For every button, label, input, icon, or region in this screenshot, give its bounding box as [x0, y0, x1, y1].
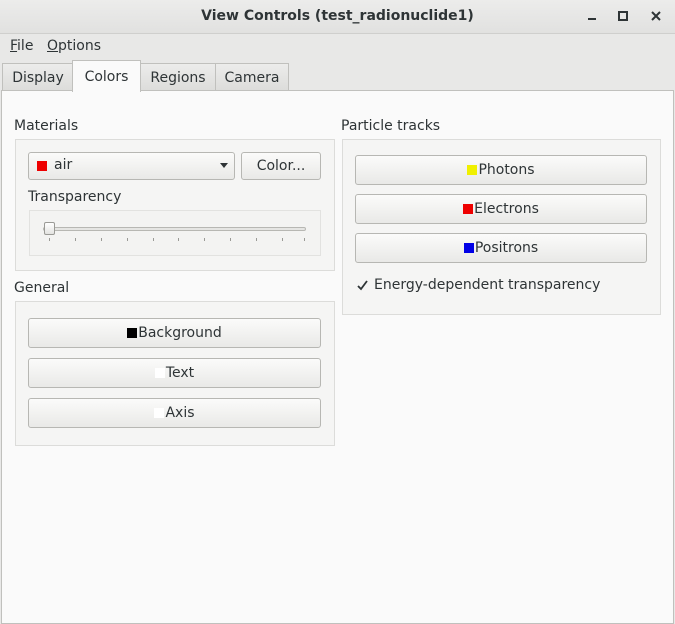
electrons-color-button[interactable]: Electrons — [355, 194, 647, 224]
general-label: General — [14, 280, 70, 296]
axis-color-swatch — [154, 408, 165, 418]
menu-file[interactable]: File — [10, 38, 33, 54]
tab-display[interactable]: Display — [2, 63, 74, 91]
slider-tick — [178, 238, 179, 241]
tab-bar: Display Colors Regions Camera — [0, 60, 675, 92]
close-button[interactable] — [647, 7, 665, 25]
transparency-label: Transparency — [28, 189, 122, 205]
background-button-label: Background — [138, 325, 222, 341]
background-color-swatch — [127, 328, 138, 338]
slider-tick — [304, 238, 305, 241]
checkmark-icon — [357, 280, 368, 291]
menu-options-mnemonic: O — [47, 38, 59, 54]
tab-colors[interactable]: Colors — [72, 60, 141, 92]
menu-options[interactable]: Options — [47, 38, 101, 54]
tab-camera[interactable]: Camera — [215, 63, 289, 91]
material-combo-value: air — [54, 157, 73, 173]
axis-color-button[interactable]: Axis — [28, 398, 321, 428]
text-color-button[interactable]: Text — [28, 358, 321, 388]
transparency-slider-frame — [29, 210, 321, 256]
tab-regions[interactable]: Regions — [139, 63, 217, 91]
slider-tick — [256, 238, 257, 241]
maximize-button[interactable] — [614, 7, 632, 25]
photons-color-swatch — [467, 165, 478, 175]
positrons-button-label: Positrons — [474, 240, 539, 256]
energy-transparency-checkbox[interactable] — [356, 279, 369, 292]
background-color-button[interactable]: Background — [28, 318, 321, 348]
slider-tick — [127, 238, 128, 241]
menu-file-label: ile — [17, 38, 34, 54]
menu-file-mnemonic: F — [10, 38, 18, 54]
title-bar: View Controls (test_radionuclide1) — [0, 0, 675, 34]
energy-transparency-label[interactable]: Energy-dependent transparency — [374, 277, 600, 293]
slider-tick — [49, 238, 50, 241]
text-color-swatch — [154, 368, 165, 378]
minimize-icon — [588, 18, 596, 20]
particle-tracks-label: Particle tracks — [341, 118, 441, 134]
photons-color-button[interactable]: Photons — [355, 155, 647, 185]
slider-tick — [282, 238, 283, 241]
text-button-label: Text — [165, 365, 195, 381]
slider-tick — [230, 238, 231, 241]
materials-label: Materials — [14, 118, 79, 134]
axis-button-label: Axis — [165, 405, 195, 421]
transparency-slider-handle[interactable] — [44, 222, 55, 235]
minimize-button[interactable] — [583, 7, 601, 25]
slider-tick — [153, 238, 154, 241]
window-title: View Controls (test_radionuclide1) — [201, 8, 474, 24]
photons-button-label: Photons — [478, 162, 535, 178]
chevron-down-icon — [220, 163, 228, 168]
electrons-color-swatch — [463, 204, 474, 214]
menu-options-label: ptions — [58, 38, 102, 54]
positrons-color-swatch — [463, 243, 474, 253]
maximize-icon — [618, 11, 628, 21]
transparency-slider-track[interactable] — [43, 227, 306, 231]
material-color-button[interactable]: Color... — [241, 152, 321, 180]
material-color-swatch — [37, 161, 47, 171]
close-icon — [651, 11, 661, 21]
slider-tick — [101, 238, 102, 241]
positrons-color-button[interactable]: Positrons — [355, 233, 647, 263]
material-combo[interactable]: air — [28, 152, 235, 180]
slider-tick — [204, 238, 205, 241]
electrons-button-label: Electrons — [474, 201, 539, 217]
menu-bar: File Options — [0, 34, 675, 60]
slider-tick — [75, 238, 76, 241]
